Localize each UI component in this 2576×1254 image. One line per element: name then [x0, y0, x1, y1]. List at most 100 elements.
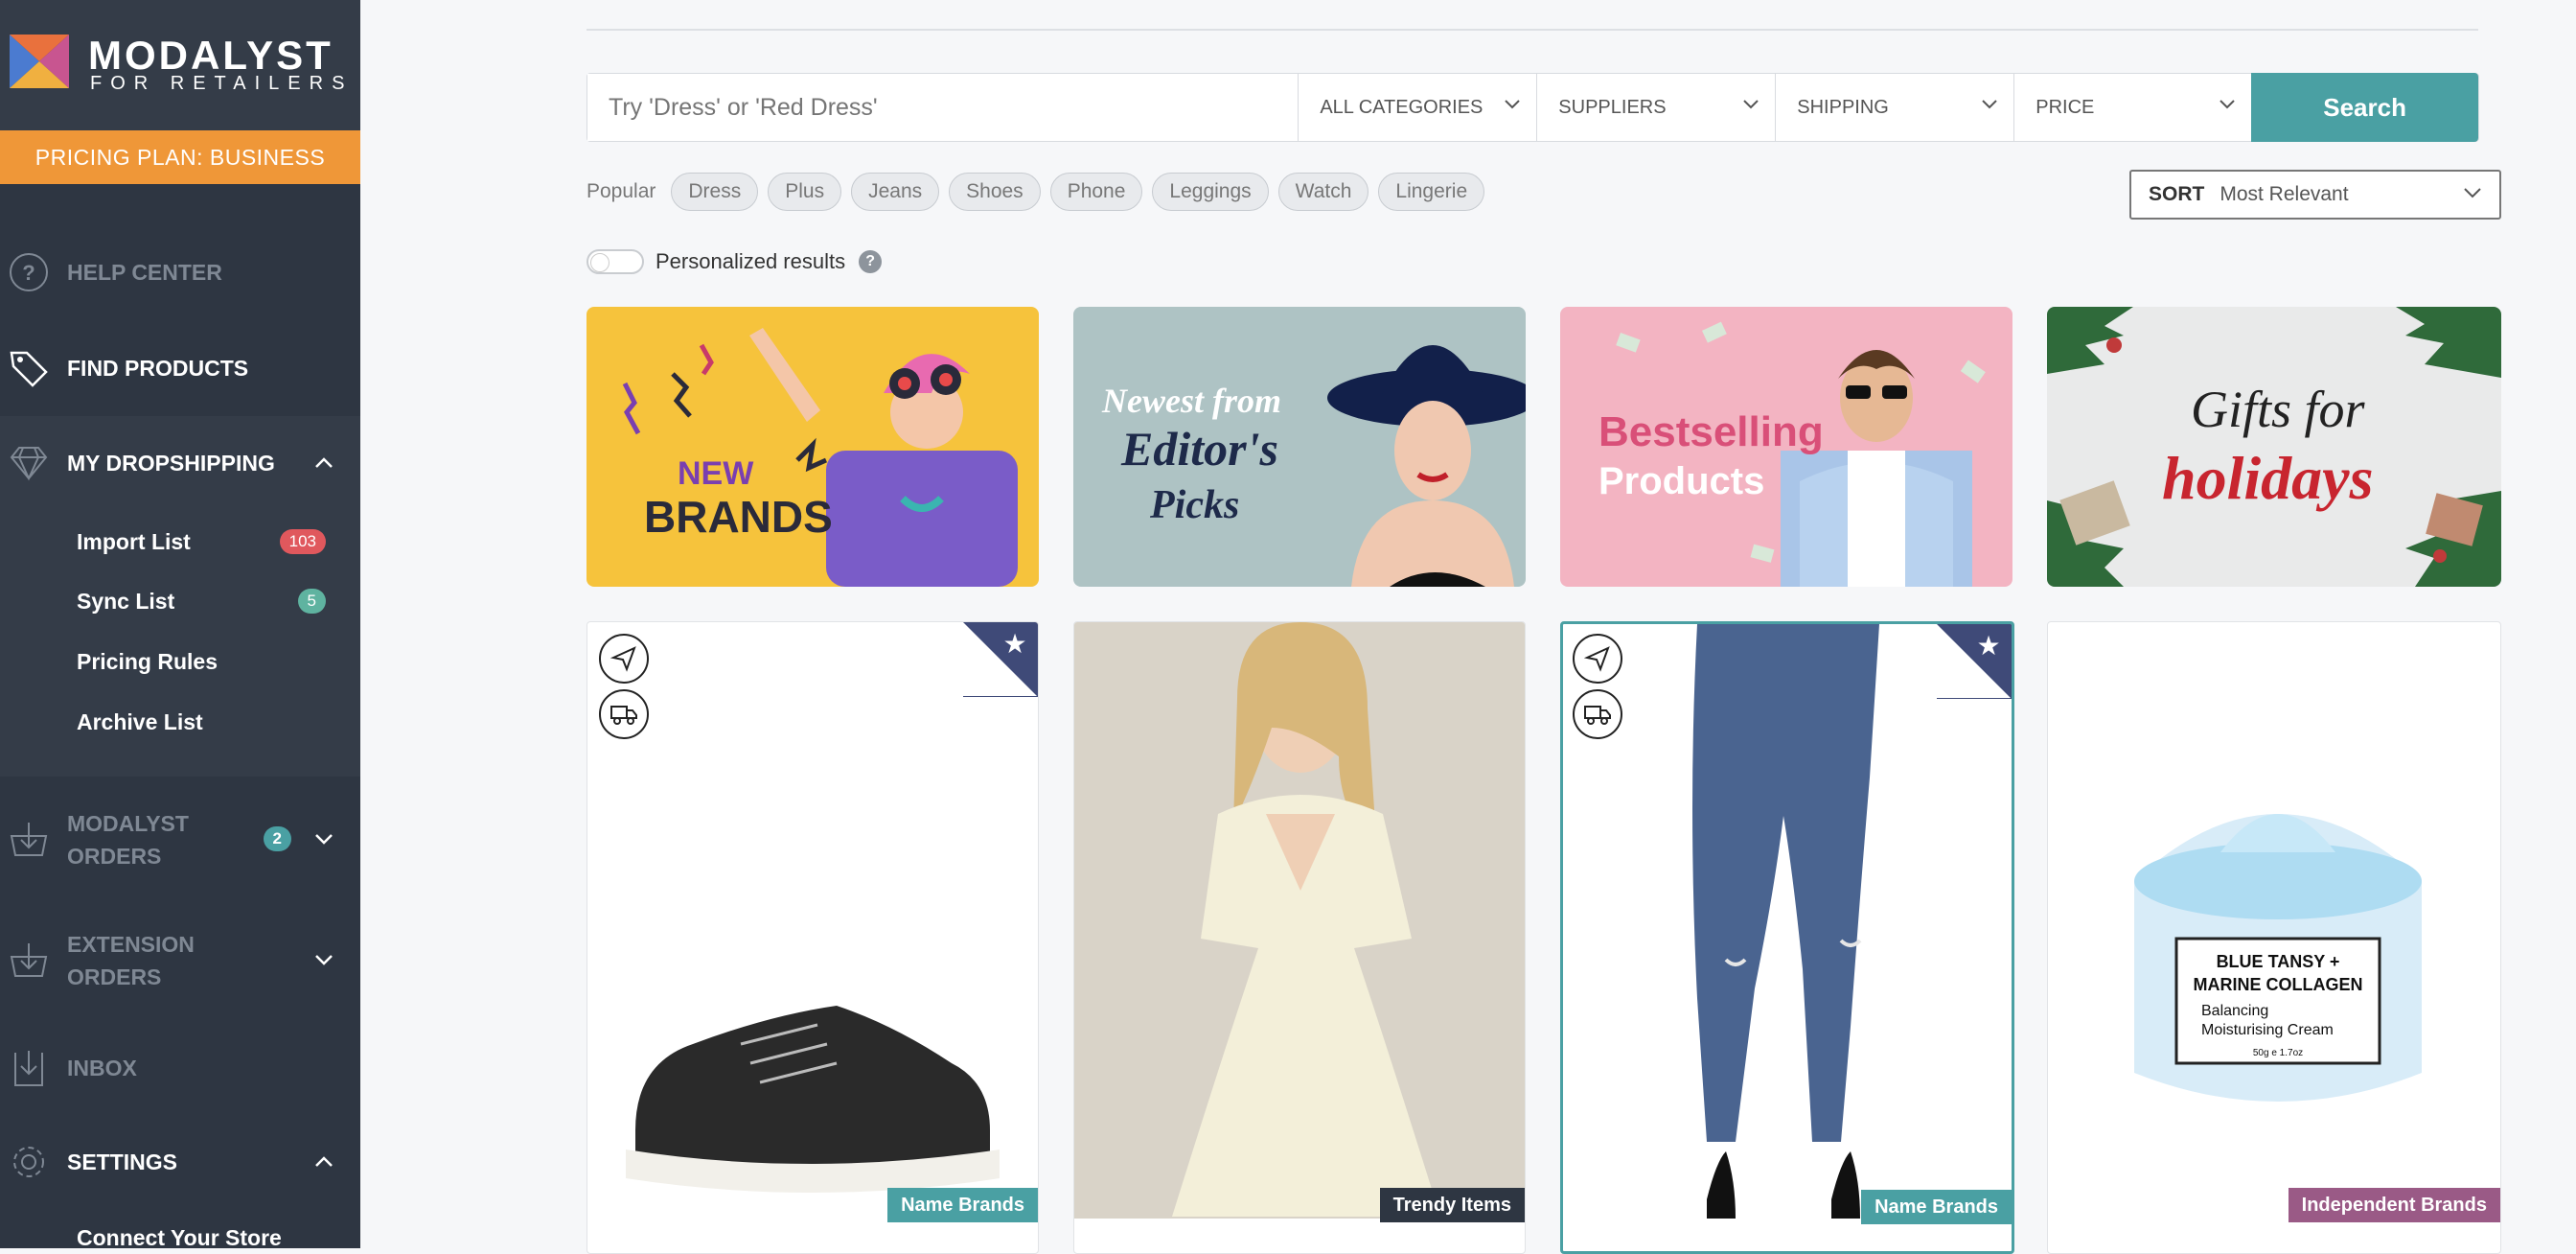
personalized-toggle[interactable]	[586, 249, 644, 274]
nav-find-label: FIND PRODUCTS	[67, 356, 248, 382]
nav-inbox[interactable]: INBOX	[0, 1045, 360, 1091]
svg-text:★: ★	[1976, 630, 2000, 662]
popular-chip[interactable]: Dress	[671, 173, 758, 211]
diamond-icon	[8, 442, 50, 484]
sidebar-item-pricing-rules[interactable]: Pricing Rules	[77, 649, 218, 675]
svg-text:★: ★	[1002, 628, 1026, 660]
nav-dropshipping-label: MY DROPSHIPPING	[67, 451, 275, 476]
product-card-selected[interactable]: ★ Name Brands	[1560, 621, 2014, 1254]
chevron-down-icon	[1504, 99, 1521, 110]
nav-settings-label: SETTINGS	[67, 1150, 177, 1175]
send-icon[interactable]	[1573, 634, 1622, 684]
banner-gifts-text: Gifts for	[2191, 381, 2366, 438]
product-category-tag: Independent Brands	[2288, 1188, 2500, 1222]
bestselling-art: Bestselling Products	[1560, 307, 2012, 587]
sync-count-badge: 5	[298, 589, 326, 614]
sort-label: SORT	[2149, 183, 2204, 206]
nav-my-dropshipping[interactable]: MY DROPSHIPPING	[0, 439, 360, 487]
personalized-row: Personalized results ?	[586, 249, 882, 274]
import-count-badge: 103	[280, 529, 326, 554]
search-input[interactable]	[587, 74, 1299, 141]
banner-products-text: Products	[1598, 460, 1764, 502]
product-image-jeans	[1563, 624, 2012, 1220]
sort-dropdown[interactable]: SORT Most Relevant	[2129, 170, 2501, 220]
nav-extension-orders-label: EXTENSION ORDERS	[67, 928, 195, 993]
product-card[interactable]: Trendy Items	[1073, 621, 1526, 1254]
search-button[interactable]: Search	[2251, 73, 2478, 142]
nav-modalyst-orders[interactable]: MODALYST ORDERS 2	[0, 807, 360, 871]
search-bar: ALL CATEGORIES SUPPLIERS SHIPPING PRICE …	[586, 73, 2479, 142]
popular-chip[interactable]: Watch	[1278, 173, 1369, 211]
popular-chip[interactable]: Shoes	[949, 173, 1041, 211]
chevron-up-icon[interactable]	[310, 1149, 337, 1175]
banner-picks-text: Picks	[1149, 483, 1239, 527]
brand-name: MODALYST	[88, 33, 334, 79]
send-icon[interactable]	[599, 634, 649, 684]
product-image-dress	[1074, 622, 1526, 1219]
featured-star-corner: ★	[963, 622, 1038, 697]
gear-icon	[8, 1141, 50, 1183]
filter-suppliers[interactable]: SUPPLIERS	[1537, 74, 1776, 141]
brand-logo[interactable]: MODALYST FOR RETAILERS	[0, 0, 360, 130]
popular-chip[interactable]: Plus	[768, 173, 841, 211]
product-card[interactable]: ★ Name Brands	[586, 621, 1039, 1254]
sidebar-item-archive-list[interactable]: Archive List	[77, 709, 203, 735]
popular-searches: Popular Dress Plus Jeans Shoes Phone Leg…	[586, 173, 1494, 211]
modalyst-logo-icon	[10, 35, 69, 88]
popular-chip[interactable]: Jeans	[851, 173, 939, 211]
banner-newest-text: Newest from	[1101, 382, 1281, 420]
gifts-holidays-art: Gifts for holidays	[2047, 307, 2501, 587]
banner-bestselling-text: Bestselling	[1598, 408, 1824, 455]
top-divider	[586, 29, 2478, 31]
chevron-down-icon[interactable]	[310, 946, 337, 973]
filter-price[interactable]: PRICE	[2014, 74, 2251, 141]
orders-count-badge: 2	[264, 826, 291, 851]
product-category-tag: Name Brands	[1861, 1190, 2012, 1224]
nav-find-products[interactable]: FIND PRODUCTS	[0, 341, 360, 395]
banner-editors-text: Editor's	[1120, 422, 1278, 476]
jar-label-line4: Moisturising Cream	[2201, 1022, 2334, 1038]
help-icon: ?	[8, 251, 50, 293]
popular-chip[interactable]: Lingerie	[1378, 173, 1484, 211]
banner-editors-picks[interactable]: Newest from Editor's Picks	[1073, 307, 1526, 587]
filter-all-categories[interactable]: ALL CATEGORIES	[1299, 74, 1537, 141]
featured-star-corner: ★	[1937, 624, 2012, 699]
popular-chip[interactable]: Phone	[1050, 173, 1143, 211]
nav-inbox-label: INBOX	[67, 1056, 137, 1081]
filter-shipping[interactable]: SHIPPING	[1776, 74, 2014, 141]
chevron-down-icon[interactable]	[310, 825, 337, 852]
sidebar-item-sync-list[interactable]: Sync List	[77, 589, 174, 615]
shipping-truck-icon[interactable]	[1573, 689, 1622, 739]
product-image-cream-jar: BLUE TANSY + MARINE COLLAGEN Balancing M…	[2105, 814, 2450, 1130]
tag-icon	[8, 347, 50, 389]
nav-help-center[interactable]: ? HELP CENTER	[0, 251, 360, 293]
product-category-tag: Name Brands	[887, 1188, 1038, 1222]
nav-settings[interactable]: SETTINGS	[0, 1137, 360, 1187]
sidebar: MODALYST FOR RETAILERS PRICING PLAN: BUS…	[0, 0, 360, 1248]
nav-extension-orders[interactable]: EXTENSION ORDERS	[0, 928, 360, 991]
nav-help-label: HELP CENTER	[67, 260, 222, 286]
product-card[interactable]: BLUE TANSY + MARINE COLLAGEN Balancing M…	[2047, 621, 2501, 1254]
chevron-up-icon[interactable]	[310, 450, 337, 476]
product-image-sneaker	[616, 987, 1009, 1207]
jar-label-line1: BLUE TANSY +	[2217, 952, 2340, 971]
banner-new-brands[interactable]: NEW BRANDS	[586, 307, 1039, 587]
brand-sub: FOR RETAILERS	[90, 73, 353, 95]
product-category-tag: Trendy Items	[1380, 1188, 1525, 1222]
banner-gifts-holidays[interactable]: Gifts for holidays	[2047, 307, 2501, 587]
jar-label-line3: Balancing	[2201, 1003, 2268, 1019]
popular-chip[interactable]: Leggings	[1152, 173, 1268, 211]
chevron-down-icon	[1981, 99, 1998, 110]
inbox-icon	[8, 1047, 50, 1089]
personalized-label: Personalized results	[656, 249, 845, 274]
sidebar-item-connect-store[interactable]: Connect Your Store	[77, 1225, 282, 1248]
sidebar-item-import-list[interactable]: Import List	[77, 529, 191, 555]
banner-brands-text: BRANDS	[644, 492, 833, 542]
pricing-plan-banner[interactable]: PRICING PLAN: BUSINESS	[0, 130, 360, 184]
banner-bestselling[interactable]: Bestselling Products	[1560, 307, 2012, 587]
chevron-down-icon	[1742, 99, 1760, 110]
jar-label-line5: 50g e 1.7oz	[2253, 1048, 2303, 1058]
info-icon[interactable]: ?	[859, 250, 882, 273]
basket-download-icon	[8, 818, 50, 860]
shipping-truck-icon[interactable]	[599, 689, 649, 739]
